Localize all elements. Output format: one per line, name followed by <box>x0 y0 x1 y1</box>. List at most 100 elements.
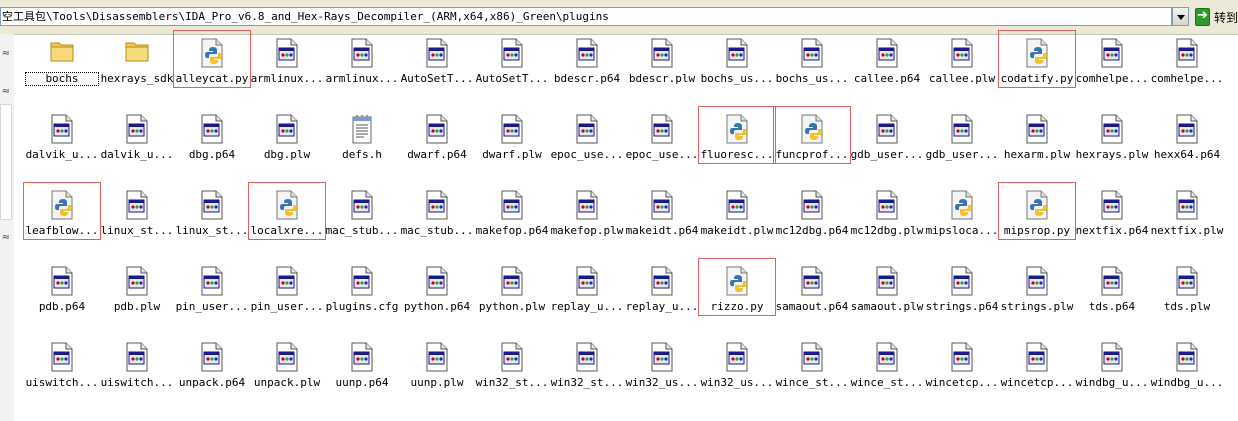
file-item[interactable]: mc12dbg.plw <box>850 188 924 248</box>
file-name-label: tds.p64 <box>1088 300 1136 313</box>
file-item[interactable]: armlinux... <box>250 36 324 96</box>
file-item[interactable]: defs.h <box>325 112 399 172</box>
file-item[interactable]: plugins.cfg <box>325 264 399 324</box>
file-item[interactable]: samaout.plw <box>850 264 924 324</box>
file-name-label: armlinux... <box>325 72 399 85</box>
file-item[interactable]: wincetcp... <box>1000 340 1074 400</box>
file-item[interactable]: tds.p64 <box>1075 264 1149 324</box>
file-item[interactable]: replay_u... <box>625 264 699 324</box>
file-name-label: samaout.plw <box>850 300 924 313</box>
file-item[interactable]: mc12dbg.p64 <box>775 188 849 248</box>
file-item[interactable]: replay_u... <box>550 264 624 324</box>
file-item[interactable]: nextfix.plw <box>1150 188 1224 248</box>
file-item[interactable]: callee.p64 <box>850 36 924 96</box>
file-item[interactable]: bochs_us... <box>775 36 849 96</box>
file-item[interactable]: uiswitch... <box>25 340 99 400</box>
file-item[interactable]: hexx64.p64 <box>1150 112 1224 172</box>
plugin-file-icon <box>275 114 299 144</box>
file-item[interactable]: pin_user... <box>250 264 324 324</box>
file-item[interactable]: bdescr.plw <box>625 36 699 96</box>
file-item[interactable]: makefop.p64 <box>475 188 549 248</box>
file-name-label: hexrays_sdk <box>100 72 174 85</box>
file-item[interactable]: uunp.plw <box>400 340 474 400</box>
file-name-label: bochs_us... <box>700 72 774 85</box>
file-item[interactable]: comhelpe... <box>1150 36 1224 96</box>
file-item[interactable]: hexarm.plw <box>1000 112 1074 172</box>
file-item[interactable]: hexrays.plw <box>1075 112 1149 172</box>
file-item[interactable]: dbg.p64 <box>175 112 249 172</box>
file-item[interactable]: strings.plw <box>1000 264 1074 324</box>
file-item[interactable]: pdb.plw <box>100 264 174 324</box>
plugin-file-icon <box>650 266 674 296</box>
plugin-file-icon <box>875 38 899 68</box>
file-item[interactable]: dwarf.p64 <box>400 112 474 172</box>
file-item[interactable]: mac_stub... <box>400 188 474 248</box>
file-item[interactable]: epoc_use... <box>550 112 624 172</box>
text-file-icon <box>350 114 374 144</box>
file-name-label: dalvik_u... <box>100 148 174 161</box>
file-item[interactable]: callee.plw <box>925 36 999 96</box>
file-item[interactable]: gdb_user... <box>925 112 999 172</box>
file-name-label: windbg_u... <box>1150 376 1224 389</box>
plugin-file-icon <box>500 342 524 372</box>
file-item[interactable]: win32_st... <box>550 340 624 400</box>
plugin-file-icon <box>200 190 224 220</box>
file-item[interactable]: uiswitch... <box>100 340 174 400</box>
plugin-file-icon <box>650 114 674 144</box>
file-item[interactable]: dbg.plw <box>250 112 324 172</box>
file-item[interactable]: pdb.p64 <box>25 264 99 324</box>
plugin-file-icon <box>1175 114 1199 144</box>
file-item[interactable]: windbg_u... <box>1075 340 1149 400</box>
file-item[interactable]: dalvik_u... <box>100 112 174 172</box>
file-name-label: mc12dbg.plw <box>850 224 924 237</box>
file-item[interactable]: dalvik_u... <box>25 112 99 172</box>
file-item[interactable]: python.plw <box>475 264 549 324</box>
file-item[interactable]: samaout.p64 <box>775 264 849 324</box>
file-item[interactable]: gdb_user... <box>850 112 924 172</box>
file-item[interactable]: armlinux... <box>325 36 399 96</box>
file-item[interactable]: win32_us... <box>700 340 774 400</box>
file-item[interactable]: linux_st... <box>175 188 249 248</box>
file-name-label: win32_us... <box>625 376 699 389</box>
file-item[interactable]: unpack.plw <box>250 340 324 400</box>
file-item[interactable]: makeidt.plw <box>700 188 774 248</box>
file-item[interactable]: epoc_use... <box>625 112 699 172</box>
plugin-file-icon <box>275 342 299 372</box>
file-item[interactable]: uunp.p64 <box>325 340 399 400</box>
file-item[interactable]: unpack.p64 <box>175 340 249 400</box>
file-item[interactable]: strings.p64 <box>925 264 999 324</box>
file-item[interactable]: wince_st... <box>775 340 849 400</box>
file-item[interactable]: python.p64 <box>400 264 474 324</box>
file-item[interactable]: AutoSetT... <box>475 36 549 96</box>
file-name-label: win32_st... <box>475 376 549 389</box>
file-item[interactable]: comhelpe... <box>1075 36 1149 96</box>
plugin-file-icon <box>575 114 599 144</box>
file-item[interactable]: win32_st... <box>475 340 549 400</box>
file-item[interactable]: makefop.plw <box>550 188 624 248</box>
plugin-file-icon <box>575 266 599 296</box>
file-item[interactable]: linux_st... <box>100 188 174 248</box>
file-name-label: hexrays.plw <box>1075 148 1149 161</box>
folder-icon <box>50 38 74 68</box>
file-item[interactable]: bdescr.p64 <box>550 36 624 96</box>
file-item[interactable]: dwarf.plw <box>475 112 549 172</box>
file-item[interactable]: mac_stub... <box>325 188 399 248</box>
plugin-file-icon <box>800 342 824 372</box>
file-item[interactable]: makeidt.p64 <box>625 188 699 248</box>
plugin-file-icon <box>1175 38 1199 68</box>
file-item[interactable]: wince_st... <box>850 340 924 400</box>
file-item[interactable]: mipsloca... <box>925 188 999 248</box>
file-item[interactable]: wincetcp... <box>925 340 999 400</box>
file-name-label: armlinux... <box>250 72 324 85</box>
file-name-label: bdescr.p64 <box>553 72 621 85</box>
file-item[interactable]: tds.plw <box>1150 264 1224 324</box>
file-item[interactable]: win32_us... <box>625 340 699 400</box>
file-item[interactable]: pin_user... <box>175 264 249 324</box>
file-item[interactable]: nextfix.p64 <box>1075 188 1149 248</box>
file-item[interactable]: windbg_u... <box>1150 340 1224 400</box>
file-item[interactable]: bochs_us... <box>700 36 774 96</box>
file-item[interactable]: bochs <box>25 36 99 96</box>
file-item[interactable]: hexrays_sdk <box>100 36 174 96</box>
file-item[interactable]: AutoSetT... <box>400 36 474 96</box>
file-name-label: hexx64.p64 <box>1153 148 1221 161</box>
